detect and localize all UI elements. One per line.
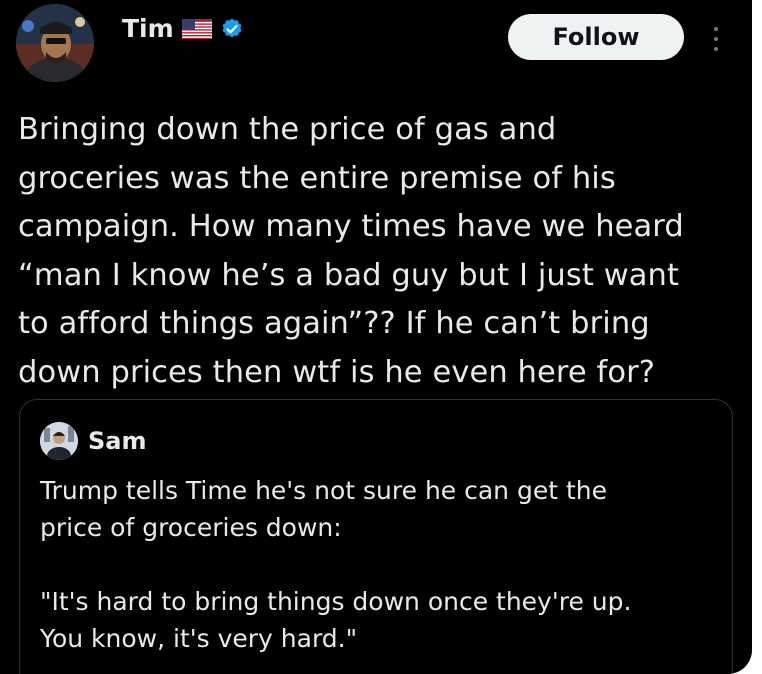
avatar-image — [16, 4, 94, 82]
quoted-author-name[interactable]: Sam — [88, 427, 147, 455]
follow-button[interactable]: Follow — [508, 14, 684, 60]
quoted-tweet[interactable]: Sam Trump tells Time he's not sure he ca… — [19, 399, 733, 674]
tweet-text: Bringing down the price of gas and groce… — [18, 112, 684, 390]
quoted-tweet-text: Trump tells Time he's not sure he can ge… — [40, 476, 632, 653]
author-avatar[interactable] — [16, 4, 94, 82]
quoted-avatar-image — [40, 422, 78, 460]
us-flag-icon — [181, 18, 212, 39]
author-name-row: Tim — [122, 14, 244, 43]
author-name[interactable]: Tim — [122, 14, 174, 43]
verified-badge-icon — [222, 18, 242, 37]
tweet-card: Tim Follow Bringing down the price of ga… — [0, 0, 752, 674]
more-vertical-icon[interactable] — [708, 24, 724, 54]
quoted-author-row: Sam — [40, 422, 147, 460]
quoted-author-avatar[interactable] — [40, 422, 78, 460]
